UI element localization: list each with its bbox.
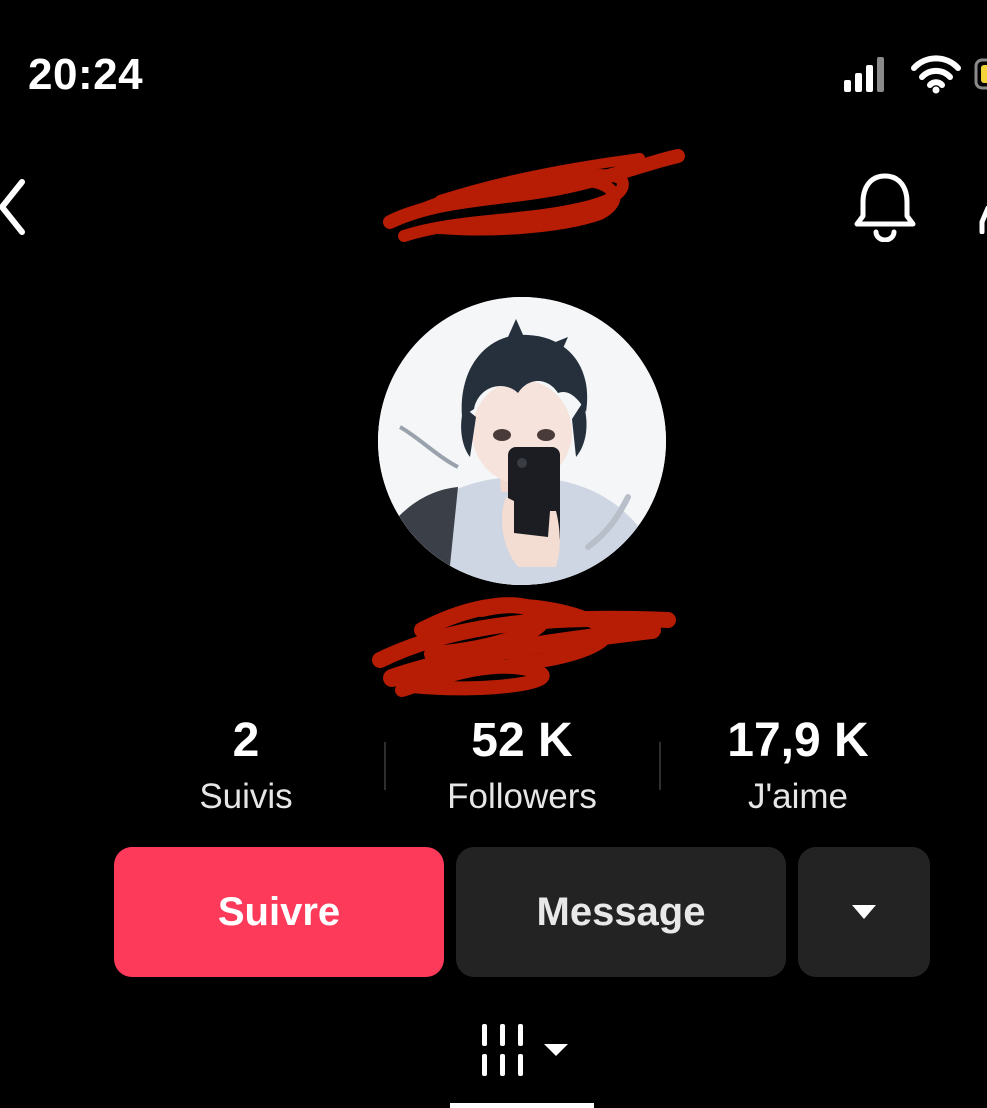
status-time: 20:24 bbox=[28, 50, 144, 99]
active-tab-indicator bbox=[450, 1103, 594, 1108]
follow-button[interactable]: Suivre bbox=[114, 847, 444, 977]
more-options-button[interactable] bbox=[798, 847, 930, 977]
stat-divider bbox=[384, 742, 386, 790]
cellular-signal-icon bbox=[844, 57, 884, 92]
battery-icon bbox=[974, 58, 987, 90]
chevron-left-icon[interactable] bbox=[0, 178, 30, 236]
stat-divider bbox=[659, 742, 661, 790]
stat-value: 2 bbox=[232, 714, 260, 767]
username-redaction bbox=[383, 149, 685, 242]
share-icon[interactable] bbox=[978, 204, 987, 234]
stat-label: Suivis bbox=[199, 777, 293, 816]
avatar[interactable] bbox=[378, 297, 666, 585]
stat-followers[interactable]: 52 K Followers bbox=[392, 712, 652, 824]
stat-label: Followers bbox=[447, 777, 597, 816]
message-button[interactable]: Message bbox=[456, 847, 786, 977]
bell-icon[interactable] bbox=[852, 170, 918, 242]
stat-value: 52 K bbox=[471, 714, 573, 767]
stat-value: 17,9 K bbox=[727, 714, 869, 767]
stat-label: J'aime bbox=[747, 777, 849, 816]
caret-down-icon bbox=[852, 905, 876, 919]
video-grid-icon[interactable] bbox=[480, 1022, 580, 1082]
avatar-illustration bbox=[378, 297, 666, 585]
stat-likes[interactable]: 17,9 K J'aime bbox=[668, 712, 928, 824]
stat-following[interactable]: 2 Suivis bbox=[116, 712, 376, 824]
display-name-redaction bbox=[372, 597, 676, 697]
wifi-icon bbox=[911, 55, 961, 94]
